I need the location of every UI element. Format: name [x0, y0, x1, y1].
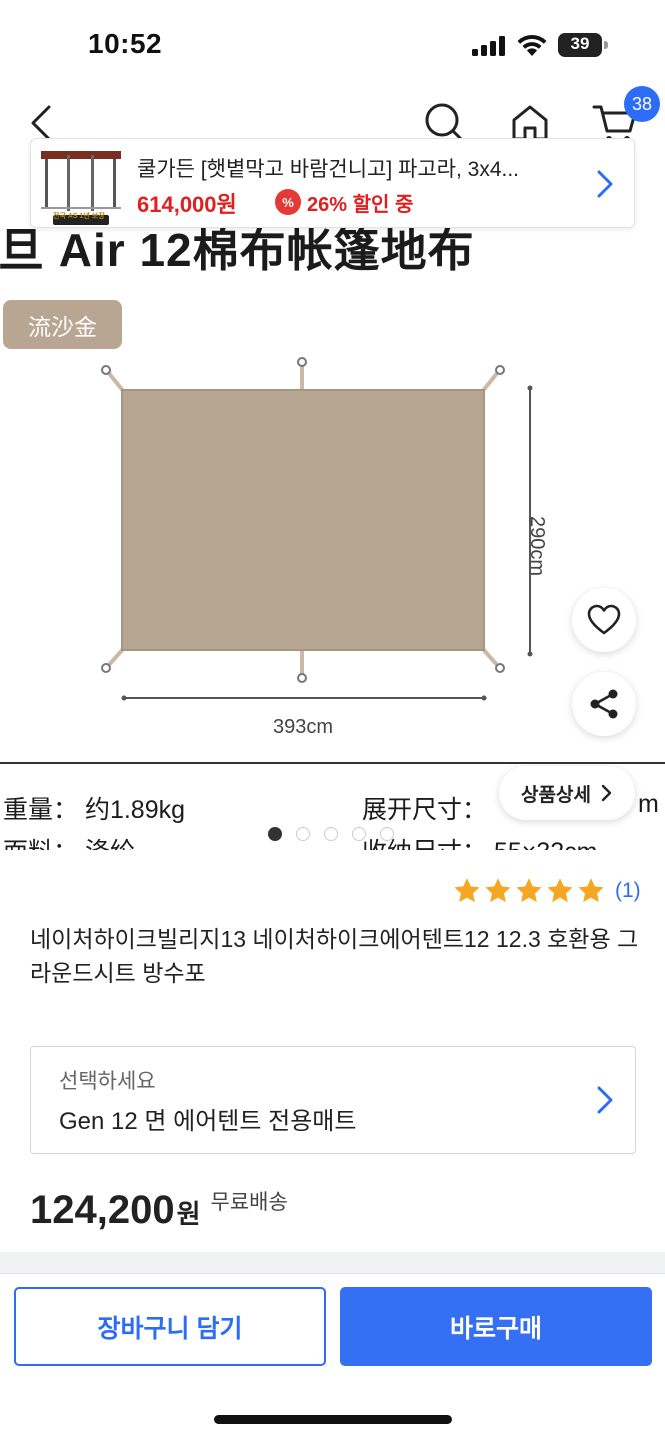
product-detail-button[interactable]: 상품상세	[499, 766, 635, 820]
chevron-right-icon	[597, 1086, 613, 1114]
spec-unfold-tail: m	[638, 790, 659, 818]
home-indicator	[214, 1415, 452, 1424]
battery-icon: 39	[558, 33, 608, 57]
price-unit: 원	[176, 1199, 201, 1229]
spec-packed: 收纳尺寸： 55×32cm	[362, 832, 598, 850]
wishlist-button[interactable]	[572, 588, 636, 652]
status-time: 10:52	[88, 28, 163, 59]
spec-divider	[0, 762, 665, 764]
spec-unfold: 展开尺寸：	[362, 796, 488, 824]
carousel-indicator	[268, 827, 394, 841]
star-icon	[516, 878, 542, 903]
carousel-dot[interactable]	[268, 827, 282, 841]
ground-sheet	[121, 389, 485, 651]
spec-weight: 重量： 约1.89kg	[3, 796, 186, 824]
banner-discount: 26% 할인 중	[307, 194, 414, 216]
option-label: 선택하세요	[59, 1070, 156, 1093]
status-bar: 10:52 39	[0, 0, 665, 90]
buy-now-button[interactable]: 바로구매	[340, 1287, 652, 1366]
section-divider	[0, 1252, 665, 1274]
price-amount: 124,200	[30, 1188, 175, 1232]
product-detail-label: 상품상세	[521, 784, 591, 806]
carousel-dot[interactable]	[296, 827, 310, 841]
price-row: 124,200 원 무료배송	[30, 1188, 288, 1233]
review-count[interactable]: (1)	[615, 879, 641, 903]
spec-material: 面料： 涤纶	[3, 832, 135, 850]
cart-count-badge: 38	[624, 86, 660, 122]
chevron-right-icon	[601, 784, 612, 802]
shipping-info: 무료배송	[210, 1191, 288, 1214]
chevron-right-icon	[597, 170, 613, 198]
width-label: 393cm	[272, 716, 334, 738]
banner-title: 쿨가든 [햇볕막고 바람건니고] 파고라, 3x4...	[137, 158, 520, 181]
related-product-banner[interactable]: 전국 AS 1년 보장 쿨가든 [햇볕막고 바람건니고] 파고라, 3x4...…	[30, 138, 635, 228]
star-icon	[454, 878, 480, 903]
color-tag: 流沙金	[3, 300, 122, 349]
discount-icon: %	[275, 189, 301, 215]
product-image-carousel[interactable]: 旦 Air 12棉布帐篷地布 流沙金 290cm 393cm 重量： 约1.89…	[0, 156, 665, 850]
star-icon	[578, 878, 604, 903]
product-title: 네이처하이크빌리지13 네이처하이크에어텐트12 12.3 호환용 그라운드시트…	[30, 926, 639, 986]
carousel-dot[interactable]	[352, 827, 366, 841]
height-label: 290cm	[526, 516, 548, 577]
share-button[interactable]	[572, 672, 636, 736]
share-icon	[590, 689, 618, 719]
star-icon	[485, 878, 511, 903]
heart-icon	[587, 604, 621, 635]
banner-price: 614,000원	[137, 192, 237, 217]
battery-level: 39	[570, 34, 590, 53]
option-selector[interactable]: 선택하세요 Gen 12 면 에어텐트 전용매트	[30, 1046, 636, 1154]
add-to-cart-button[interactable]: 장바구니 담기	[14, 1287, 326, 1366]
rating[interactable]: (1)	[452, 876, 641, 906]
option-value: Gen 12 면 에어텐트 전용매트	[59, 1108, 357, 1135]
star-icon	[547, 878, 573, 903]
carousel-dot[interactable]	[380, 827, 394, 841]
wifi-icon	[517, 34, 547, 56]
carousel-dot[interactable]	[324, 827, 338, 841]
thumbnail-caption: 전국 AS 1년 보장	[53, 213, 105, 220]
ground-sheet-diagram	[101, 357, 533, 701]
signal-icon	[472, 36, 505, 56]
